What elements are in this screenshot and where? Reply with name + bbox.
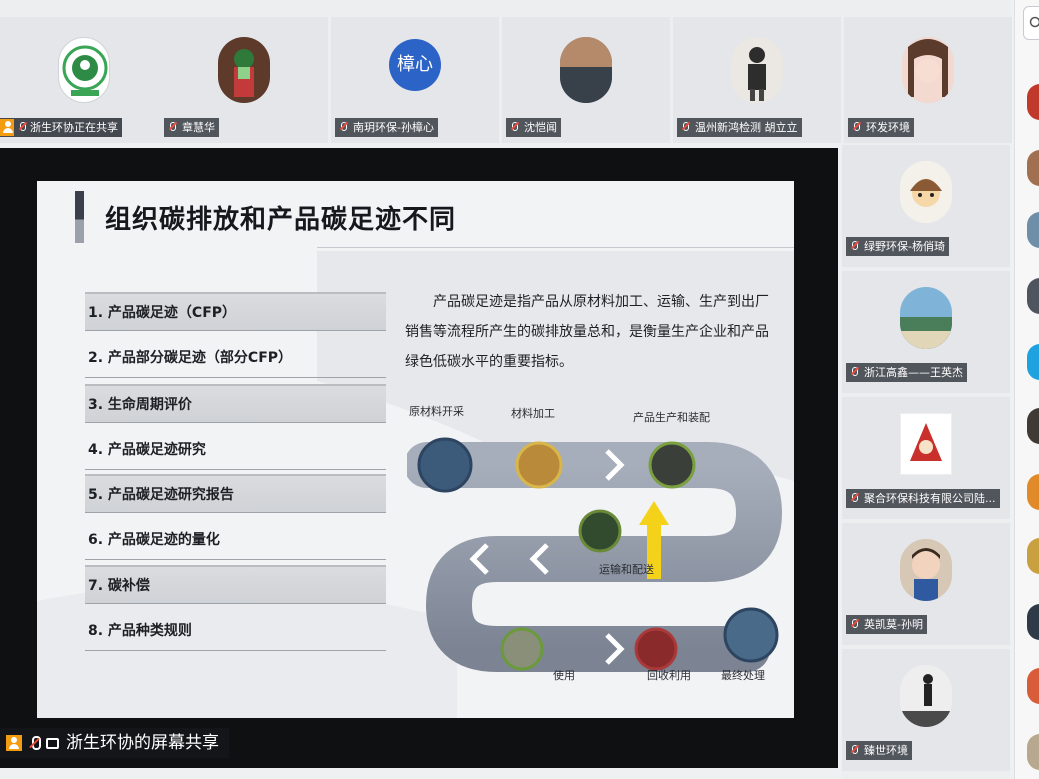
participant-name: 环发环境: [848, 118, 914, 137]
member-sidebar: [1014, 0, 1039, 779]
user-avatar: [902, 37, 954, 103]
user-avatar: [218, 37, 270, 103]
participant-name: 聚合环保科技有限公司陆...: [846, 489, 1000, 508]
search-box[interactable]: [1023, 6, 1039, 40]
flow-label: 最终处理: [721, 669, 765, 682]
title-accent-bar: [75, 191, 84, 243]
mic-muted-icon: [850, 493, 859, 504]
participant-tile[interactable]: 浙生环协正在共享: [0, 17, 168, 143]
screen-share-label: 浙生环协的屏幕共享: [0, 728, 229, 758]
list-item: 5. 产品碳足迹研究报告: [85, 474, 386, 513]
user-avatar: [560, 37, 612, 103]
list-item: 4. 产品碳足迹研究: [85, 431, 386, 470]
screen-share-icon: [46, 737, 59, 749]
presentation-slide: 组织碳排放和产品碳足迹不同 1. 产品碳足迹（CFP） 2. 产品部分碳足迹（部…: [37, 181, 794, 718]
member-avatar[interactable]: [1027, 538, 1039, 574]
participant-tile[interactable]: 英凯莫-孙明: [842, 523, 1010, 645]
participant-tile[interactable]: 章慧华: [160, 17, 328, 143]
flow-label: 材料加工: [511, 407, 555, 420]
lifecycle-flow-graphic: [404, 437, 783, 672]
member-avatar[interactable]: [1027, 84, 1039, 120]
user-avatar: [900, 413, 952, 475]
meeting-window: 浙生环协正在共享 章慧华 樟心 南玥环保-孙樟心 沈恺闻 温州新鸿检测 胡立立 …: [0, 0, 1039, 779]
participant-tile[interactable]: 聚合环保科技有限公司陆...: [842, 397, 1010, 519]
mic-muted-icon: [850, 745, 859, 756]
divider: [317, 247, 794, 248]
participant-column: 绿野环保-杨俏琦 浙江高鑫——王英杰 聚合环保科技有限公司陆... 英凯莫-孙明…: [842, 143, 1010, 779]
lifecycle-diagram: 原材料开采 材料加工 产品生产和装配 运输和配送 使用 回收利用 最终处理: [404, 403, 787, 703]
participant-name: 臻世环境: [846, 741, 912, 760]
member-avatar[interactable]: [1027, 408, 1039, 444]
participant-name: 浙生环协正在共享: [0, 118, 122, 137]
search-icon: [1029, 16, 1039, 28]
user-avatar: [900, 287, 952, 349]
host-icon: [6, 735, 22, 751]
flow-label: 回收利用: [647, 669, 691, 682]
member-avatar[interactable]: [1027, 474, 1039, 510]
participant-tile[interactable]: 樟心 南玥环保-孙樟心: [331, 17, 499, 143]
host-icon: [0, 119, 14, 136]
user-avatar: [900, 665, 952, 727]
participant-name: 绿野环保-杨俏琦: [846, 237, 949, 256]
participant-tile[interactable]: 温州新鸿检测 胡立立: [673, 17, 841, 143]
member-avatar[interactable]: [1027, 734, 1039, 770]
list-item: 2. 产品部分碳足迹（部分CFP）: [85, 339, 386, 378]
flow-label: 运输和配送: [599, 563, 654, 576]
member-avatar[interactable]: [1027, 604, 1039, 640]
participant-tile[interactable]: 绿野环保-杨俏琦: [842, 145, 1010, 267]
list-item: 8. 产品种类规则: [85, 612, 386, 651]
participant-name: 温州新鸿检测 胡立立: [677, 118, 802, 137]
slide-description: 产品碳足迹是指产品从原材料加工、运输、生产到出厂销售等流程所产生的碳排放量总和，…: [405, 294, 769, 370]
screen-share-view[interactable]: 组织碳排放和产品碳足迹不同 1. 产品碳足迹（CFP） 2. 产品部分碳足迹（部…: [0, 148, 838, 768]
participant-strip: 浙生环协正在共享 章慧华 樟心 南玥环保-孙樟心 沈恺闻 温州新鸿检测 胡立立 …: [0, 0, 1012, 143]
list-item: 6. 产品碳足迹的量化: [85, 521, 386, 560]
mic-muted-icon: [850, 367, 859, 378]
slide-title: 组织碳排放和产品碳足迹不同: [105, 205, 457, 235]
member-avatar[interactable]: [1027, 344, 1039, 380]
member-avatar[interactable]: [1027, 278, 1039, 314]
mic-muted-icon: [339, 122, 348, 133]
member-avatar[interactable]: [1027, 668, 1039, 704]
avatar-initials: 樟心: [397, 54, 433, 75]
user-avatar: [900, 161, 952, 223]
flow-label: 原材料开采: [409, 405, 464, 418]
participant-tile[interactable]: 环发环境: [844, 17, 1012, 143]
participant-name: 沈恺闻: [506, 118, 561, 137]
flow-label: 使用: [553, 669, 575, 682]
list-item: 7. 碳补偿: [85, 565, 386, 604]
mic-muted-icon: [850, 241, 859, 252]
mic-muted-icon: [681, 122, 690, 133]
participant-tile[interactable]: 臻世环境: [842, 649, 1010, 771]
participant-name: 南玥环保-孙樟心: [335, 118, 438, 137]
screen-share-title: 浙生环协的屏幕共享: [66, 733, 219, 753]
mic-muted-icon: [850, 619, 859, 630]
list-item: 3. 生命周期评价: [85, 384, 386, 423]
member-avatar[interactable]: [1027, 212, 1039, 248]
participant-name: 英凯莫-孙明: [846, 615, 927, 634]
participant-tile[interactable]: 浙江高鑫——王英杰: [842, 271, 1010, 393]
participant-name: 浙江高鑫——王英杰: [846, 363, 967, 382]
text-avatar: 樟心: [389, 39, 441, 91]
mic-muted-icon: [510, 122, 519, 133]
flow-label: 产品生产和装配: [633, 411, 710, 424]
user-avatar: [900, 539, 952, 601]
list-item: 1. 产品碳足迹（CFP）: [85, 292, 386, 331]
participant-name: 章慧华: [164, 118, 219, 137]
mic-muted-icon: [18, 122, 27, 133]
participant-tile[interactable]: 沈恺闻: [502, 17, 670, 143]
member-avatar[interactable]: [1027, 150, 1039, 186]
mic-muted-icon: [29, 735, 41, 751]
user-avatar: [731, 37, 783, 103]
mic-muted-icon: [852, 122, 861, 133]
org-logo-avatar: [58, 37, 110, 103]
mic-muted-icon: [168, 122, 177, 133]
